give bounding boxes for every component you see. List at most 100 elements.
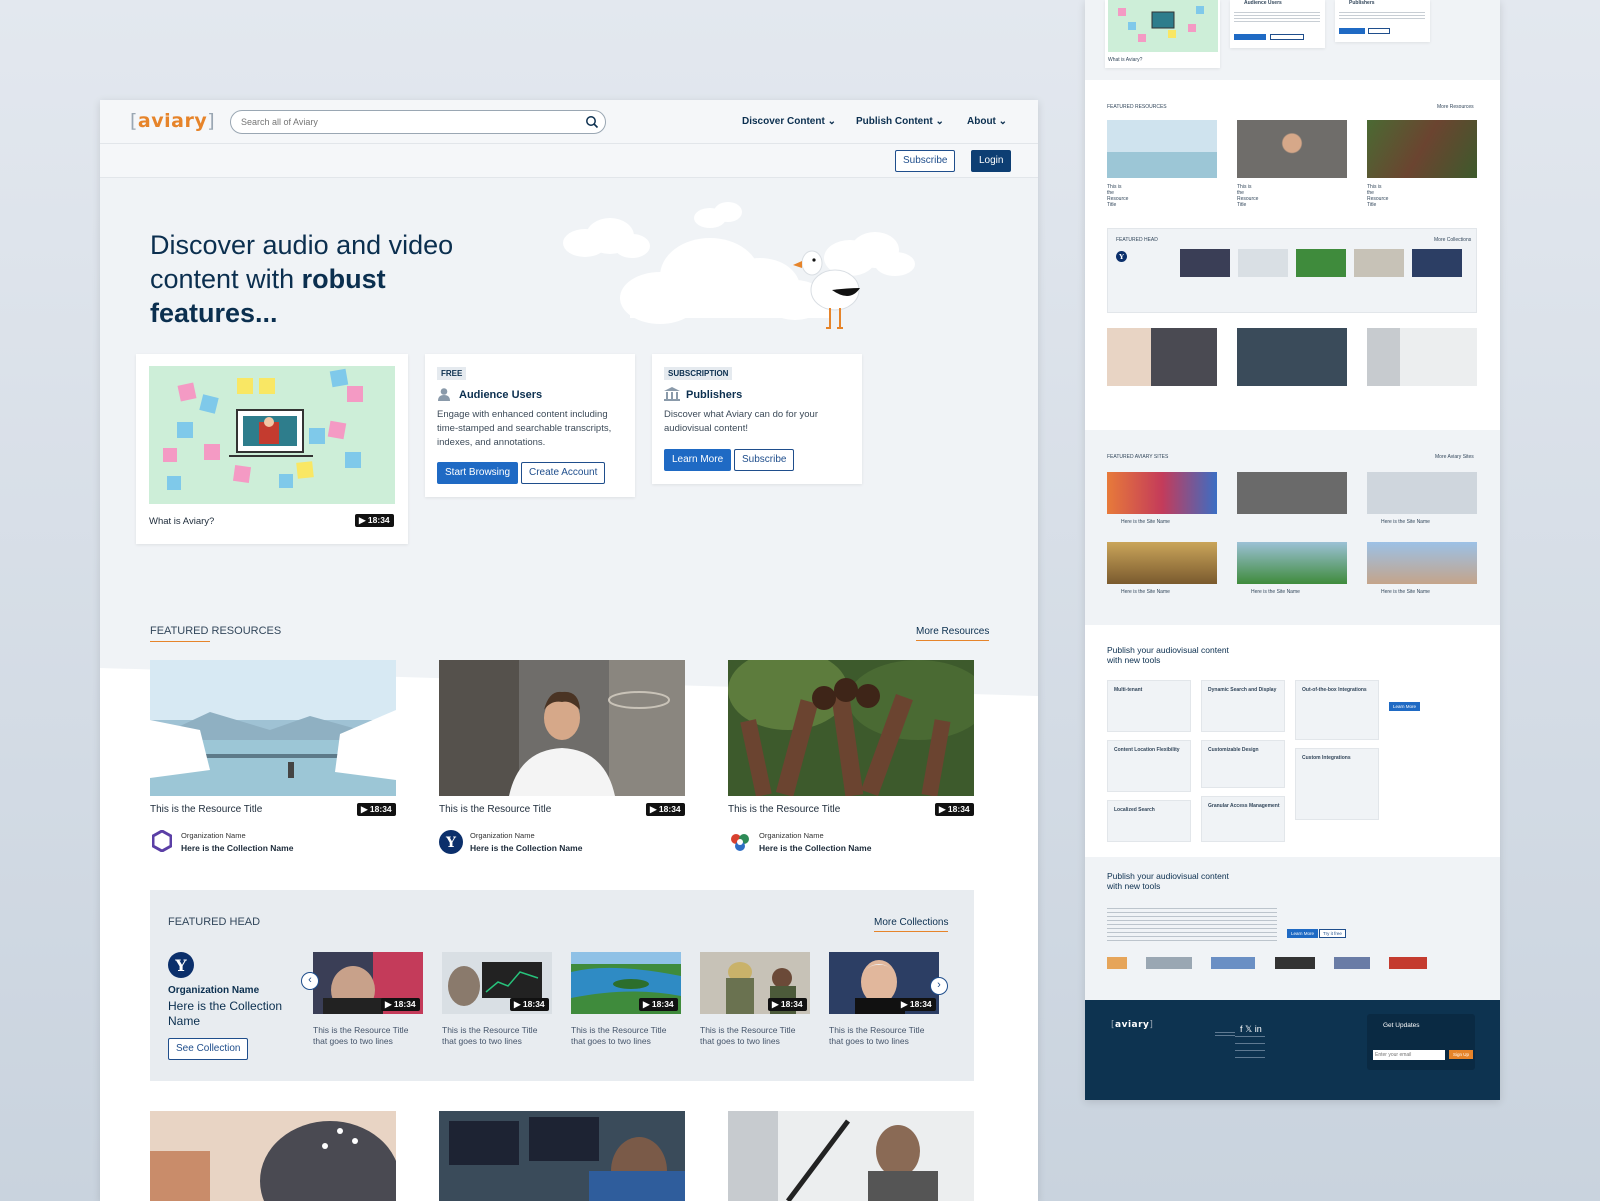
carousel-title: This is the Resource Title that goes to … [829,1025,925,1046]
overview-site-thumbnail[interactable] [1107,542,1217,584]
overview-learn-more-button[interactable]: Learn More [1389,702,1421,711]
overview-more-sites-link[interactable]: More Aviary Sites [1435,454,1474,460]
institution-icon [664,387,680,401]
heading-underline [150,641,210,642]
resource-thumbnail[interactable] [728,650,988,797]
social-icons[interactable]: f 𝕏 in [1240,1024,1262,1035]
what-is-aviary-card[interactable]: What is Aviary? ▶ 18:34 [136,354,408,544]
nav-publish-content[interactable]: Publish Content ⌄ [856,116,944,127]
resource-card[interactable]: This is the Resource Title ▶ 18:34 Organ… [728,650,988,853]
overview-video-card[interactable]: What is Aviary? [1105,0,1220,68]
resource-card[interactable]: This is the Resource Title ▶ 18:34 Organ… [150,660,396,853]
chevron-down-icon: ⌄ [998,116,1008,127]
search-bar [230,110,606,134]
overview-resource-thumbnail[interactable] [1237,120,1347,178]
overview-try-free-button[interactable]: Try it free [1319,929,1346,938]
resource-thumbnail[interactable] [439,660,685,796]
overview-hero: What is Aviary? Audience Users Publisher… [1085,0,1500,80]
login-button[interactable]: Login [971,150,1012,172]
learn-more-button[interactable]: Learn More [664,449,732,471]
aviary-logo[interactable]: [aviary] [130,110,215,132]
carousel-item[interactable]: ▶ 18:34 This is the Resource Title that … [829,952,939,1047]
chevron-down-icon: ⌄ [935,116,944,127]
collection-name[interactable]: Here is the Collection Name [759,843,871,853]
overview-resource-thumbnail[interactable] [1367,328,1477,386]
duration-text: 18:34 [651,999,674,1009]
overview-resource-thumbnail[interactable] [1107,328,1217,386]
overview-subscribe-button[interactable] [1368,28,1390,34]
overview-featured-head-heading: FEATURED HEAD [1116,237,1158,243]
org-name: Organization Name [470,831,535,840]
heading-text: FEATURED RESOURCES [150,625,282,637]
nav-discover-content[interactable]: Discover Content ⌄ [742,116,836,127]
carousel-item[interactable]: ▶ 18:34 This is the Resource Title that … [442,952,552,1047]
more-resources-link[interactable]: More Resources [916,626,990,641]
featured-head-heading: FEATURED HEAD [168,916,261,928]
nav-label: Publish Content [856,116,933,127]
create-account-button[interactable]: Create Account [521,462,606,484]
publishers-subscribe-button[interactable]: Subscribe [734,449,795,471]
carousel-item[interactable]: ▶ 18:34 This is the Resource Title that … [571,952,681,1047]
more-collections-link[interactable]: More Collections [874,917,949,932]
overview-start-button[interactable] [1234,34,1266,40]
overview-video-thumbnail[interactable] [1108,0,1218,52]
tool-title: Content Location Flexibility [1114,747,1180,753]
newsletter-email-input[interactable] [1373,1050,1445,1060]
carousel-item[interactable]: ▶ 18:34 This is the Resource Title that … [700,952,810,1047]
carousel-prev-button[interactable]: ‹ [301,972,319,990]
collection-name[interactable]: Here is the Collection Name [470,843,582,853]
overview-site-name: Here is the Site Name [1121,589,1170,595]
collection-name[interactable]: Here is the Collection Name [181,843,293,853]
publishers-title: Publishers [686,389,743,401]
search-icon[interactable] [585,115,599,129]
tool-title: Multi-tenant [1114,687,1143,693]
overview-site-thumbnail[interactable] [1237,472,1347,514]
video-thumbnail[interactable] [149,366,395,504]
overview-resource-thumbnail[interactable] [1367,120,1477,178]
overview-site-thumbnail[interactable] [1107,472,1217,514]
overview-carousel-thumbnail[interactable] [1180,249,1230,277]
carousel-next-button[interactable]: › [930,977,948,995]
overview-resource-title: This is the Resource Title [1237,184,1259,208]
subscribe-button[interactable]: Subscribe [895,150,956,172]
search-input[interactable] [231,111,561,133]
nav-about[interactable]: About ⌄ [967,116,1007,127]
carousel-item[interactable]: ▶ 18:34 This is the Resource Title that … [313,952,423,1047]
overview-site-thumbnail[interactable] [1237,542,1347,584]
carousel-duration: ▶ 18:34 [768,998,807,1011]
overview-carousel-thumbnail[interactable] [1238,249,1288,277]
resource-thumbnail[interactable] [150,660,396,796]
overview-learn-more-button-2[interactable]: Learn More [1287,929,1319,938]
overview-more-collections-link[interactable]: More Collections [1434,237,1471,243]
overview-create-button[interactable] [1270,34,1304,40]
org-logo-icon: Y [439,830,463,854]
user-icon [438,388,450,401]
overview-resource-thumbnail[interactable] [1107,120,1217,178]
overview-carousel-thumbnail[interactable] [1296,249,1346,277]
free-tag: FREE [437,367,467,380]
overview-site-thumbnail[interactable] [1367,472,1477,514]
play-icon: ▶ [772,999,779,1009]
overview-partner-logos [1107,957,1427,969]
overview-learn-button[interactable] [1339,28,1365,34]
resource-card[interactable]: This is the Resource Title ▶ 18:34 Y Org… [439,660,685,854]
see-collection-button[interactable]: See Collection [168,1038,249,1060]
resource-duration: ▶ 18:34 [357,803,396,816]
resource-thumbnail[interactable] [150,1111,396,1201]
overview-resource-thumbnail[interactable] [1237,328,1347,386]
tool-title: Granular Access Management [1208,803,1280,809]
overview-site-name: Here is the Site Name [1381,589,1430,595]
play-icon: ▶ [901,999,908,1009]
overview-publishers-title: Publishers [1349,0,1375,6]
overview-audience-card: Audience Users [1230,0,1325,48]
carousel-duration: ▶ 18:34 [639,998,678,1011]
resource-thumbnail[interactable] [439,1111,685,1201]
resource-thumbnail[interactable] [728,1111,974,1201]
sign-up-button[interactable]: Sign Up [1449,1050,1474,1059]
overview-more-resources-link[interactable]: More Resources [1437,104,1474,110]
start-browsing-button[interactable]: Start Browsing [437,462,519,484]
footer-logo[interactable]: [aviary] [1111,1020,1153,1030]
overview-site-thumbnail[interactable] [1367,542,1477,584]
overview-carousel-thumbnail[interactable] [1412,249,1462,277]
overview-carousel-thumbnail[interactable] [1354,249,1404,277]
